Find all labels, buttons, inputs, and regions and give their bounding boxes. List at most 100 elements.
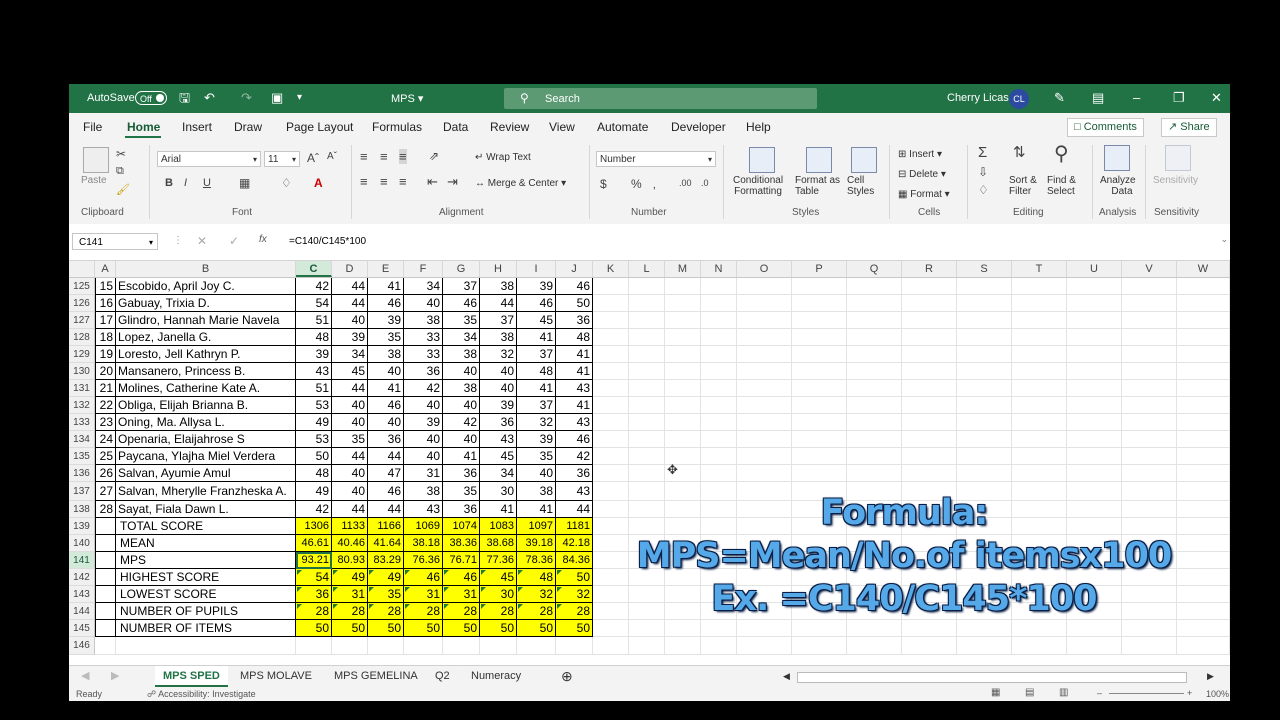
cell-score[interactable]: 40 xyxy=(332,465,368,482)
cell-empty[interactable] xyxy=(957,312,1012,329)
cell-score[interactable]: 30 xyxy=(480,586,517,603)
cell-empty[interactable] xyxy=(902,380,957,397)
cell-empty[interactable] xyxy=(847,295,902,312)
cell-empty[interactable] xyxy=(957,448,1012,465)
cell-empty[interactable] xyxy=(1067,414,1122,431)
cell-empty[interactable] xyxy=(665,278,701,295)
sheet-tab-mps-gemelina[interactable]: MPS GEMELINA xyxy=(334,666,418,687)
column-header-a[interactable]: A xyxy=(95,261,116,277)
cell-empty[interactable] xyxy=(1067,465,1122,482)
cell-score[interactable]: 48 xyxy=(296,465,332,482)
cell-score[interactable]: 46 xyxy=(368,295,404,312)
ribbon-display-icon[interactable]: ▤ xyxy=(1092,90,1104,106)
cell-name[interactable]: NUMBER OF PUPILS xyxy=(116,603,296,620)
cell-empty[interactable] xyxy=(847,278,902,295)
row-header[interactable]: 131 xyxy=(69,380,95,397)
sort-filter-icon[interactable]: ⇅ xyxy=(1013,143,1026,161)
cell-score[interactable]: 38 xyxy=(368,346,404,363)
cell-empty[interactable] xyxy=(665,414,701,431)
autosum-icon[interactable]: Σ xyxy=(978,144,987,161)
cell-empty[interactable] xyxy=(737,448,792,465)
cell-name[interactable]: Gabuay, Trixia D. xyxy=(116,295,296,312)
cell-score[interactable]: 44 xyxy=(332,295,368,312)
cell-empty[interactable] xyxy=(1122,465,1177,482)
cell-empty[interactable] xyxy=(902,295,957,312)
cell-empty[interactable] xyxy=(593,448,629,465)
column-header-e[interactable]: E xyxy=(368,261,404,277)
zoom-in-icon[interactable]: + xyxy=(1187,688,1192,698)
sort-filter-button[interactable]: Sort & Filter xyxy=(1009,175,1037,197)
cell-name[interactable]: Loresto, Jell Kathryn P. xyxy=(116,346,296,363)
cell-score[interactable]: 46 xyxy=(556,431,593,448)
cell-score[interactable]: 32 xyxy=(517,586,556,603)
tab-draw[interactable]: Draw xyxy=(234,120,262,134)
cell-empty[interactable] xyxy=(1122,620,1177,637)
cell-score[interactable]: 39 xyxy=(368,312,404,329)
row-header[interactable]: 144 xyxy=(69,603,95,620)
cell-score[interactable]: 49 xyxy=(368,569,404,586)
cell-score[interactable] xyxy=(332,637,368,655)
cell-score[interactable]: 40 xyxy=(332,397,368,414)
normal-view-icon[interactable]: ▦ xyxy=(991,687,1000,698)
row-header[interactable]: 134 xyxy=(69,431,95,448)
cell-empty[interactable] xyxy=(629,448,665,465)
increase-indent-icon[interactable]: ⇥ xyxy=(447,174,458,190)
cell-empty[interactable] xyxy=(593,414,629,431)
cell-score[interactable]: 46 xyxy=(517,295,556,312)
zoom-slider[interactable] xyxy=(1109,693,1184,694)
row-header[interactable]: 127 xyxy=(69,312,95,329)
cell-empty[interactable] xyxy=(1067,346,1122,363)
cell-empty[interactable] xyxy=(1012,363,1067,380)
cell-empty[interactable] xyxy=(593,620,629,637)
tab-data[interactable]: Data xyxy=(443,120,468,134)
column-header-j[interactable]: J xyxy=(556,261,593,277)
cell-score[interactable]: 39 xyxy=(517,278,556,295)
cell-number[interactable]: 15 xyxy=(95,278,116,295)
redo-icon[interactable]: ↷ xyxy=(241,90,252,106)
cell-score[interactable]: 31 xyxy=(443,586,480,603)
cell-score[interactable]: 37 xyxy=(517,397,556,414)
cell-score[interactable]: 50 xyxy=(556,569,593,586)
cell-score[interactable]: 34 xyxy=(443,329,480,346)
cell-score[interactable]: 51 xyxy=(296,380,332,397)
cell-empty[interactable] xyxy=(847,431,902,448)
cell-empty[interactable] xyxy=(902,278,957,295)
cell-score[interactable]: 28 xyxy=(480,603,517,620)
cell-score[interactable]: 42 xyxy=(556,448,593,465)
save-icon[interactable]: 🖫 xyxy=(179,90,190,106)
cell-empty[interactable] xyxy=(593,329,629,346)
cell-number[interactable] xyxy=(95,586,116,603)
cell-empty[interactable] xyxy=(902,397,957,414)
cell-empty[interactable] xyxy=(847,465,902,482)
row-header[interactable]: 126 xyxy=(69,295,95,312)
cell-score[interactable]: 37 xyxy=(517,346,556,363)
cell-score[interactable]: 39.18 xyxy=(517,535,556,552)
cell-empty[interactable] xyxy=(1177,431,1230,448)
tab-help[interactable]: Help xyxy=(746,120,771,134)
cell-score[interactable]: 38.68 xyxy=(480,535,517,552)
cell-score[interactable]: 35 xyxy=(332,431,368,448)
cell-empty[interactable] xyxy=(1122,312,1177,329)
scroll-right-icon[interactable]: ▶ xyxy=(1207,666,1214,687)
cell-empty[interactable] xyxy=(957,329,1012,346)
cell-empty[interactable] xyxy=(701,431,737,448)
cell-score[interactable]: 28 xyxy=(368,603,404,620)
decrease-indent-icon[interactable]: ⇤ xyxy=(427,174,438,190)
insert-cells-button[interactable]: ⊞ Insert ▾ xyxy=(898,149,942,160)
cell-empty[interactable] xyxy=(1067,278,1122,295)
cell-empty[interactable] xyxy=(957,278,1012,295)
cell-score[interactable]: 41 xyxy=(517,380,556,397)
cell-number[interactable] xyxy=(95,637,116,655)
cell-empty[interactable] xyxy=(629,295,665,312)
tab-view[interactable]: View xyxy=(549,120,575,134)
cell-score[interactable]: 80.93 xyxy=(332,552,368,569)
bold-icon[interactable]: B xyxy=(165,177,173,189)
cell-empty[interactable] xyxy=(792,380,847,397)
merge-center-button[interactable]: ↔ Merge & Center ▾ xyxy=(475,178,566,189)
cell-score[interactable]: 45 xyxy=(480,448,517,465)
column-header-g[interactable]: G xyxy=(443,261,480,277)
cell-empty[interactable] xyxy=(1177,346,1230,363)
add-sheet-icon[interactable]: ⊕ xyxy=(561,666,573,687)
cell-name[interactable]: Molines, Catherine Kate A. xyxy=(116,380,296,397)
cell-score[interactable]: 41 xyxy=(368,278,404,295)
